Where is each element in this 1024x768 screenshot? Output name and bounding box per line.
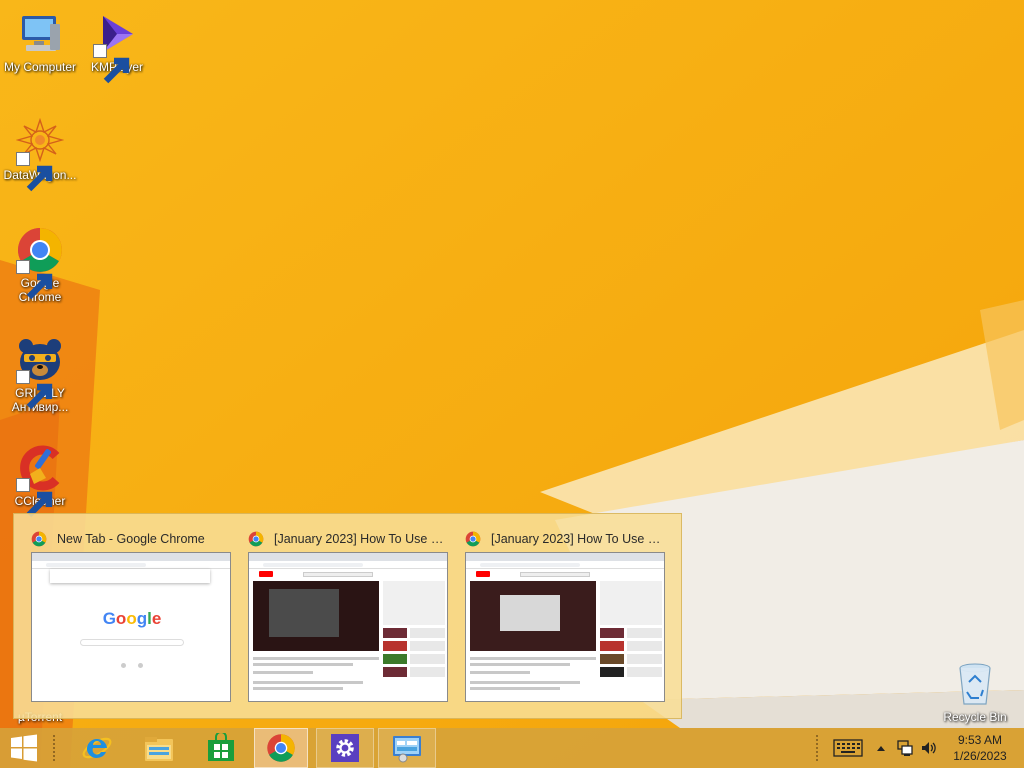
store-icon [208,733,234,761]
thumbnail-title: [January 2023] How To Use Expl... [244,530,448,548]
window-thumbnail-youtube-1[interactable]: [January 2023] How To Use Expl... [244,524,448,714]
desktop-icon-grizzly[interactable]: GRIZZLY Антивир... [0,336,80,414]
touch-keyboard-button[interactable] [830,728,866,768]
tray-grip[interactable] [815,734,819,762]
chrome-icon [16,226,64,300]
google-search-box [80,639,184,646]
shortcut-tiles [32,663,230,668]
shortcut-arrow-icon [16,478,53,518]
chevron-up-icon [877,746,885,751]
desktop-icon-kmplayer[interactable]: KMPlayer [77,10,157,84]
start-button[interactable] [0,728,48,768]
clock-date: 1/26/2023 [953,749,1007,763]
chrome-icon [465,531,481,547]
taskbar-clock[interactable]: 9:53 AM 1/26/2023 [940,732,1020,764]
computer-icon [16,10,64,58]
omnibox-dropdown [50,569,210,583]
video-player [470,581,596,651]
datawagon-icon [16,118,64,192]
taskbar-thumbnail-popup: New Tab - Google Chrome Google [January … [13,513,682,719]
shortcut-arrow-icon [93,44,130,84]
network-button[interactable] [894,728,916,768]
keyboard-icon [833,739,863,757]
windows-start-icon [11,734,37,762]
window-thumbnail-new-tab[interactable]: New Tab - Google Chrome Google [27,524,231,714]
window-preview-google: Google [31,552,231,702]
clock-time: 9:53 AM [957,733,1003,747]
window-thumbnail-youtube-2[interactable]: [January 2023] How To Use Expl... [461,524,665,714]
file-explorer-icon [145,737,173,761]
desktop-icon-recycle-bin[interactable]: Recycle Bin [935,660,1015,724]
kmplayer-icon [93,10,141,84]
network-icon [897,740,913,756]
taskbar-chrome[interactable] [254,728,308,768]
youtube-logo-icon [259,571,273,577]
taskbar-control-panel[interactable] [378,728,436,768]
shortcut-arrow-icon [16,370,53,410]
taskbar-grip[interactable] [52,734,56,762]
control-panel-icon [393,736,421,763]
chrome-icon [267,734,295,762]
desktop-icon-label: My Computer [3,60,77,74]
volume-button[interactable] [918,728,940,768]
taskbar: 9:53 AM 1/26/2023 [0,728,1024,768]
google-logo: Google [102,609,162,628]
taskbar-file-explorer[interactable] [134,728,184,768]
recommended-list [600,581,662,680]
show-hidden-icons-button[interactable] [872,728,890,768]
ccleaner-icon [16,444,64,518]
desktop-icon-datawagon[interactable]: DataWagon... [0,118,80,192]
chrome-icon [248,531,264,547]
desktop-icon-ccleaner[interactable]: CCleaner [0,444,80,518]
desktop-icon-google-chrome[interactable]: Google Chrome [0,226,80,304]
thumbnail-title: New Tab - Google Chrome [27,530,231,548]
taskbar-settings[interactable] [316,728,374,768]
grizzly-icon [16,336,64,410]
internet-explorer-icon [82,737,112,759]
window-preview-youtube [465,552,665,702]
taskbar-store[interactable] [196,728,246,768]
recommended-list [383,581,445,680]
taskbar-internet-explorer[interactable] [72,728,122,768]
shortcut-arrow-icon [16,152,53,192]
youtube-logo-icon [476,571,490,577]
desktop-icon-my-computer[interactable]: My Computer [0,10,80,74]
recycle-bin-icon [951,660,999,708]
volume-icon [922,742,936,754]
thumbnail-title: [January 2023] How To Use Expl... [461,530,665,548]
chrome-icon [31,531,47,547]
window-preview-youtube [248,552,448,702]
settings-gear-icon [331,734,359,762]
video-player [253,581,379,651]
desktop-icon-label: Recycle Bin [943,710,1007,724]
shortcut-arrow-icon [16,260,53,300]
